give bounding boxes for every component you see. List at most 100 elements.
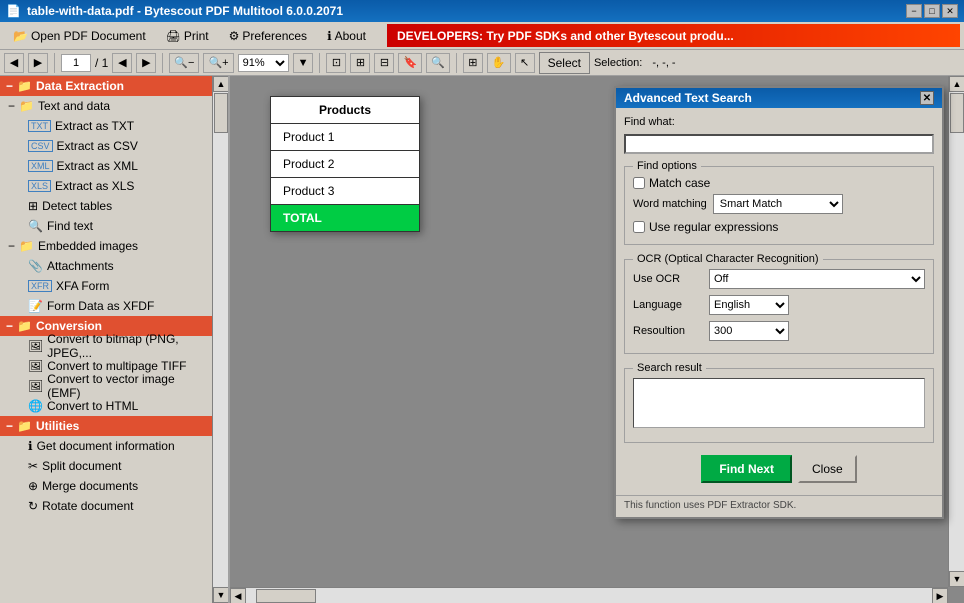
bookmark-button[interactable]: 🔖 [398, 53, 422, 73]
dev-banner: DEVELOPERS: Try PDF SDKs and other Bytes… [387, 24, 960, 47]
table-row-product2: Product 2 [271, 151, 420, 178]
tree-find-text[interactable]: 🔍 Find text [0, 216, 212, 236]
left-panel-scrollbar[interactable]: ▲ ▼ [212, 76, 228, 603]
use-regex-label: Use regular expressions [649, 220, 778, 234]
tree-extract-xls[interactable]: XLS Extract as XLS [0, 176, 212, 196]
match-case-checkbox[interactable] [633, 177, 645, 189]
select-button[interactable]: Select [539, 52, 590, 74]
dialog-title-text: Advanced Text Search [624, 91, 752, 105]
cursor-button[interactable]: ↖ [515, 53, 535, 73]
minimize-button[interactable]: − [906, 4, 922, 18]
zoom-dropdown-button[interactable]: ▼ [293, 53, 314, 73]
find-what-label: Find what: [624, 116, 694, 128]
content-scroll-thumb[interactable] [950, 93, 964, 133]
page-number-input[interactable] [61, 54, 91, 72]
scroll-h-thumb[interactable] [256, 589, 316, 603]
language-select[interactable]: English French German Spanish [709, 295, 789, 315]
dialog-close-button[interactable]: ✕ [920, 91, 934, 105]
advanced-text-search-dialog: Advanced Text Search ✕ Find what: Find o… [614, 86, 944, 519]
tree-form-data-xfdf[interactable]: 📝 Form Data as XFDF [0, 296, 212, 316]
scroll-left-button[interactable]: ◀ [230, 588, 246, 603]
use-ocr-label: Use OCR [633, 273, 703, 285]
scroll-right-button[interactable]: ▶ [932, 588, 948, 603]
tree-rotate-doc[interactable]: ↻ Rotate document [0, 496, 212, 516]
page-prev-button[interactable]: ◀ [112, 53, 132, 73]
scroll-down-button[interactable]: ▼ [213, 587, 228, 603]
match-case-label: Match case [649, 176, 710, 190]
tree-extract-xml[interactable]: XML Extract as XML [0, 156, 212, 176]
zoom-out-button[interactable]: 🔍− [169, 53, 199, 73]
language-label: Language [633, 299, 703, 311]
tree-detect-tables[interactable]: ⊞ Detect tables [0, 196, 212, 216]
word-matching-select[interactable]: Smart Match Whole Word Any Part [713, 194, 843, 214]
word-matching-label: Word matching [633, 198, 707, 210]
xml-icon: XML [28, 160, 53, 172]
html-icon: 🌐 [28, 399, 43, 413]
tree-split-doc[interactable]: ✂ Split document [0, 456, 212, 476]
xfdf-icon: 📝 [28, 299, 43, 313]
menu-preferences[interactable]: ⚙ Preferences [220, 25, 316, 47]
zoom-in-button[interactable]: 🔍+ [203, 53, 233, 73]
tree-merge-docs[interactable]: ⊕ Merge documents [0, 476, 212, 496]
scroll-down-content-button[interactable]: ▼ [949, 571, 964, 587]
toolbar-sep-1 [54, 53, 55, 73]
pdf-table: Products Product 1 Product 2 Product 3 T… [270, 96, 420, 232]
page-next-button[interactable]: ▶ [136, 53, 156, 73]
menu-about[interactable]: ℹ About [318, 25, 375, 47]
dialog-close-btn[interactable]: Close [798, 455, 857, 483]
nav-back-button[interactable]: ◀ [4, 53, 24, 73]
content-area: Products Product 1 Product 2 Product 3 T… [230, 76, 964, 603]
hand-button[interactable]: ✋ [487, 53, 511, 73]
pdf-page: Products Product 1 Product 2 Product 3 T… [270, 96, 420, 232]
fit-page-button[interactable]: ⊡ [326, 53, 346, 73]
section-utilities[interactable]: − 📁 Utilities [0, 416, 212, 436]
find-options-legend: Find options [633, 160, 701, 172]
table-row-total: TOTAL [271, 205, 420, 232]
search-button[interactable]: 🔍 [426, 53, 450, 73]
search-result-fieldset: Search result [624, 362, 934, 443]
find-next-button[interactable]: Find Next [701, 455, 792, 483]
tree-get-doc-info[interactable]: ℹ Get document information [0, 436, 212, 456]
resolution-row: Resoultion 72 150 300 600 [633, 321, 925, 341]
content-bottom-scrollbar[interactable]: ◀ ▶ [230, 587, 948, 603]
tree-extract-csv[interactable]: CSV Extract as CSV [0, 136, 212, 156]
dialog-footer: This function uses PDF Extractor SDK. [616, 495, 942, 517]
grid-button[interactable]: ⊞ [463, 53, 483, 73]
window-title: table-with-data.pdf - Bytescout PDF Mult… [27, 4, 343, 18]
maximize-button[interactable]: □ [924, 4, 940, 18]
page-layout-button[interactable]: ⊟ [374, 53, 394, 73]
tree-embedded-images[interactable]: − 📁 Embedded images [0, 236, 212, 256]
tree-extract-txt[interactable]: TXT Extract as TXT [0, 116, 212, 136]
resolution-label: Resoultion [633, 325, 703, 337]
info-icon: ℹ [28, 439, 33, 453]
content-right-scrollbar[interactable]: ▲ ▼ [948, 76, 964, 587]
tree-text-and-data[interactable]: − 📁 Text and data [0, 96, 212, 116]
tree-convert-emf[interactable]: 🖼 Convert to vector image (EMF) [0, 376, 212, 396]
tree-attachments[interactable]: 📎 Attachments [0, 256, 212, 276]
scroll-thumb[interactable] [214, 93, 228, 133]
scroll-up-content-button[interactable]: ▲ [949, 76, 964, 92]
nav-forward-button[interactable]: ▶ [28, 53, 48, 73]
zoom-select[interactable]: 91% 100% 125% 150% [238, 54, 289, 72]
scroll-h-track [246, 588, 932, 603]
scroll-up-button[interactable]: ▲ [213, 76, 228, 92]
use-regex-checkbox[interactable] [633, 221, 645, 233]
find-what-input[interactable] [624, 134, 934, 154]
minus-icon2: − [6, 319, 13, 333]
close-button[interactable]: ✕ [942, 4, 958, 18]
fit-width-button[interactable]: ⊞ [350, 53, 370, 73]
resolution-select[interactable]: 72 150 300 600 [709, 321, 789, 341]
selection-label: Selection: [594, 57, 648, 69]
section-data-extraction[interactable]: − 📁 Data Extraction [0, 76, 212, 96]
tree-xfa-form[interactable]: XFR XFA Form [0, 276, 212, 296]
ocr-fieldset: OCR (Optical Character Recognition) Use … [624, 253, 934, 354]
expand-icon2: − [8, 239, 15, 253]
menu-print[interactable]: 🖨 Print [157, 25, 218, 47]
content-scroll-track [949, 92, 964, 571]
open-icon: 📂 [13, 29, 28, 43]
tree-convert-bitmap[interactable]: 🖼 Convert to bitmap (PNG, JPEG,... [0, 336, 212, 356]
ocr-legend: OCR (Optical Character Recognition) [633, 253, 823, 265]
menu-open[interactable]: 📂 Open PDF Document [4, 25, 155, 47]
find-icon: 🔍 [28, 219, 43, 233]
use-ocr-select[interactable]: Off On [709, 269, 925, 289]
